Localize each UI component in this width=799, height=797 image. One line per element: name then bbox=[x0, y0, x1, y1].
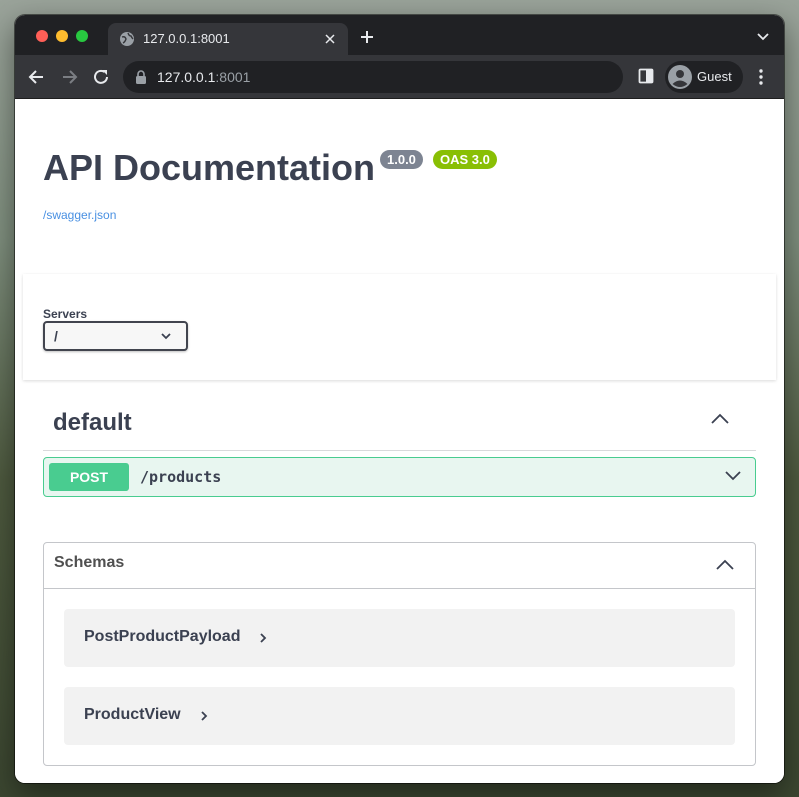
lock-icon[interactable] bbox=[135, 70, 147, 84]
operation-post-products[interactable]: POST /products bbox=[43, 457, 756, 497]
tab-title: 127.0.0.1:8001 bbox=[143, 31, 230, 46]
chevron-up-icon[interactable] bbox=[715, 559, 735, 571]
schemas-title: Schemas bbox=[54, 554, 125, 571]
profile-button[interactable]: Guest bbox=[665, 61, 743, 93]
more-menu-icon[interactable] bbox=[758, 68, 764, 86]
address-bar[interactable]: 127.0.0.1:8001 bbox=[123, 61, 623, 93]
url-text: 127.0.0.1:8001 bbox=[157, 69, 250, 85]
version-badge: 1.0.0 bbox=[380, 150, 423, 169]
minimize-window-button[interactable] bbox=[56, 30, 68, 42]
tab-bar: 127.0.0.1:8001 bbox=[15, 15, 784, 55]
avatar-icon bbox=[668, 65, 692, 89]
close-window-button[interactable] bbox=[36, 30, 48, 42]
url-host: 127.0.0.1 bbox=[157, 69, 216, 85]
url-port: :8001 bbox=[215, 69, 251, 85]
zoom-window-button[interactable] bbox=[76, 30, 88, 42]
tag-name: default bbox=[53, 409, 132, 436]
servers-label: Servers bbox=[43, 307, 88, 321]
tag-section-header[interactable]: default bbox=[43, 395, 756, 451]
profile-label: Guest bbox=[697, 69, 732, 84]
operation-path: /products bbox=[140, 468, 222, 486]
tab-search-chevron-icon[interactable] bbox=[756, 32, 770, 42]
chevron-down-icon bbox=[161, 333, 171, 340]
schemas-section: Schemas PostProductPayload ProductView bbox=[43, 542, 756, 766]
browser-window: 127.0.0.1:8001 127.0.0.1:8001 Guest API … bbox=[15, 15, 784, 783]
close-tab-icon[interactable] bbox=[322, 31, 338, 47]
browser-toolbar: 127.0.0.1:8001 Guest bbox=[15, 55, 784, 99]
side-panel-icon[interactable] bbox=[638, 68, 654, 84]
schema-name: PostProductPayload bbox=[84, 628, 241, 645]
spec-link[interactable]: /swagger.json bbox=[43, 208, 116, 222]
forward-arrow-icon[interactable] bbox=[59, 67, 79, 87]
schema-item[interactable]: ProductView bbox=[64, 687, 735, 745]
globe-icon bbox=[120, 32, 134, 46]
method-badge: POST bbox=[49, 463, 129, 491]
chevron-down-icon[interactable] bbox=[724, 470, 742, 482]
back-arrow-icon[interactable] bbox=[27, 67, 47, 87]
schema-name: ProductView bbox=[84, 706, 181, 723]
chevron-right-icon bbox=[201, 711, 208, 721]
page-content: API Documentation 1.0.0 OAS 3.0 /swagger… bbox=[15, 99, 784, 783]
servers-select-value: / bbox=[54, 328, 58, 344]
browser-tab[interactable]: 127.0.0.1:8001 bbox=[108, 23, 348, 55]
oas-badge: OAS 3.0 bbox=[433, 150, 497, 169]
servers-select[interactable]: / bbox=[43, 321, 188, 351]
servers-panel: Servers / bbox=[23, 274, 776, 380]
schema-item[interactable]: PostProductPayload bbox=[64, 609, 735, 667]
page-title: API Documentation bbox=[43, 147, 376, 188]
schemas-header[interactable]: Schemas bbox=[44, 543, 755, 589]
chevron-right-icon bbox=[260, 633, 267, 643]
chevron-up-icon[interactable] bbox=[710, 413, 730, 425]
new-tab-icon[interactable] bbox=[359, 29, 375, 45]
reload-icon[interactable] bbox=[91, 67, 111, 87]
